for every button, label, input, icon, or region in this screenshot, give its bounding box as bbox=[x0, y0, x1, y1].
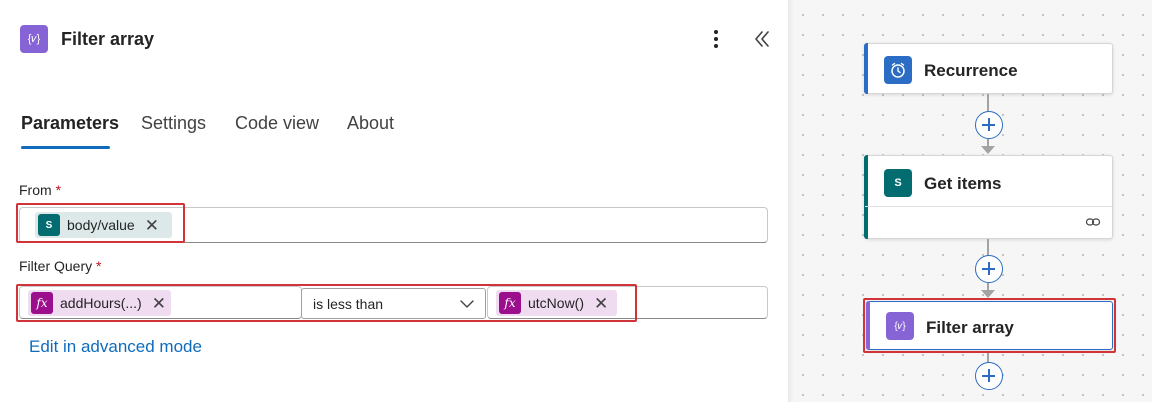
left-operand-token[interactable]: fx addHours(...) ✕ bbox=[28, 290, 171, 316]
remove-token-icon[interactable]: ✕ bbox=[594, 295, 608, 312]
panel-title: Filter array bbox=[61, 29, 155, 49]
flow-node-recurrence[interactable]: Recurrence bbox=[864, 43, 1113, 94]
chevron-down-icon bbox=[460, 300, 474, 308]
node-title: Get items bbox=[924, 174, 1002, 193]
active-tab-indicator bbox=[21, 146, 110, 149]
add-step-button[interactable] bbox=[975, 362, 1003, 390]
fx-icon: fx bbox=[499, 292, 521, 314]
from-label: From * bbox=[19, 182, 62, 198]
filter-query-label: Filter Query * bbox=[19, 258, 102, 274]
flow-node-get-items[interactable]: S Get items bbox=[864, 155, 1113, 239]
fx-icon: fx bbox=[31, 292, 53, 314]
dot-icon bbox=[714, 30, 718, 34]
dot-icon bbox=[714, 44, 718, 48]
operator-dropdown[interactable]: is less than bbox=[301, 288, 486, 319]
node-accent-bar bbox=[866, 301, 870, 350]
right-operand-token[interactable]: fx utcNow() ✕ bbox=[496, 290, 617, 316]
add-step-button[interactable] bbox=[975, 111, 1003, 139]
token-label: addHours(...) bbox=[60, 295, 142, 311]
token-label: utcNow() bbox=[528, 295, 585, 311]
more-options-button[interactable] bbox=[706, 26, 726, 52]
variable-icon: {𝑣} bbox=[20, 25, 48, 53]
node-title: Filter array bbox=[926, 318, 1014, 337]
edit-advanced-mode-link[interactable]: Edit in advanced mode bbox=[29, 337, 202, 357]
add-step-button[interactable] bbox=[975, 255, 1003, 283]
panel-divider bbox=[788, 0, 794, 402]
alarm-clock-icon bbox=[884, 56, 912, 84]
variable-icon: {𝑣} bbox=[886, 312, 914, 340]
connector-arrow-icon bbox=[981, 146, 995, 154]
node-divider bbox=[865, 206, 1112, 207]
sharepoint-icon: S bbox=[38, 214, 60, 236]
tab-code-view[interactable]: Code view bbox=[235, 113, 319, 134]
from-token[interactable]: S body/value ✕ bbox=[35, 212, 172, 238]
node-title: Recurrence bbox=[924, 61, 1018, 80]
node-accent-bar bbox=[864, 43, 868, 94]
remove-token-icon[interactable]: ✕ bbox=[145, 217, 159, 234]
operator-value: is less than bbox=[313, 295, 384, 312]
connector-arrow-icon bbox=[981, 290, 995, 298]
flow-node-filter-array[interactable]: {𝑣} Filter array bbox=[866, 301, 1113, 350]
sharepoint-icon: S bbox=[884, 169, 912, 197]
token-label: body/value bbox=[67, 217, 135, 233]
remove-token-icon[interactable]: ✕ bbox=[152, 295, 166, 312]
connector-line bbox=[987, 94, 989, 112]
action-settings-panel: {𝑣} Filter array Parameters Settings Cod… bbox=[0, 0, 788, 402]
collapse-panel-icon[interactable] bbox=[750, 27, 774, 51]
node-accent-bar bbox=[864, 155, 868, 239]
tab-about[interactable]: About bbox=[347, 113, 394, 134]
tab-settings[interactable]: Settings bbox=[141, 113, 206, 134]
connector-line bbox=[987, 239, 989, 256]
tab-parameters[interactable]: Parameters bbox=[21, 113, 119, 134]
link-icon bbox=[1085, 218, 1101, 226]
dot-icon bbox=[714, 37, 718, 41]
